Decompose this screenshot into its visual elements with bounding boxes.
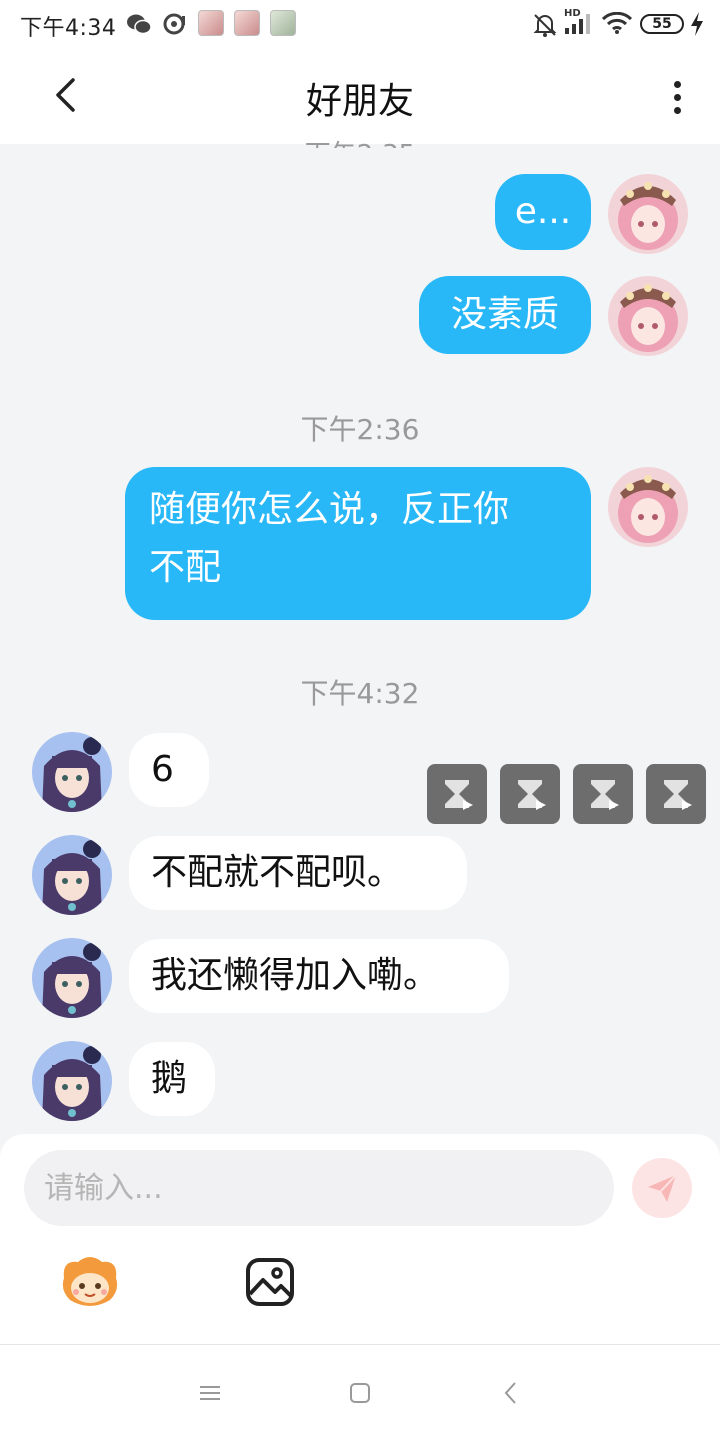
timestamp-partial: 下午2:35 — [300, 134, 420, 148]
my-message-bubble[interactable]: 没素质 — [419, 276, 591, 354]
message-text-line: 不配 — [149, 547, 222, 588]
friend-message-bubble[interactable]: 鹅 — [129, 1042, 215, 1116]
avatar-purple-hair-image — [32, 938, 112, 1018]
quick-action-button[interactable] — [573, 764, 633, 824]
mascot-emoji-icon — [62, 1257, 118, 1306]
charging-bolt-icon — [691, 12, 703, 36]
message-text: 我还懒得加入嘞。 — [151, 955, 440, 996]
avatar-purple-hair-image — [32, 835, 112, 915]
back-button[interactable] — [40, 70, 90, 120]
system-navigation-bar — [0, 1344, 720, 1440]
my-avatar[interactable] — [608, 276, 688, 356]
my-message-bubble[interactable]: 随便你怎么说，反正你 不配 — [125, 467, 591, 620]
friend-avatar[interactable] — [32, 835, 112, 915]
friend-message-bubble[interactable]: 不配就不配呗。 — [129, 836, 467, 910]
send-button[interactable] — [632, 1158, 692, 1218]
chat-title: 好朋友 — [305, 81, 414, 122]
message-text: 6 — [151, 749, 174, 790]
friend-avatar[interactable] — [32, 938, 112, 1018]
square-home-icon — [350, 1383, 370, 1403]
chat-header: 好朋友 — [0, 50, 720, 144]
quick-action-button[interactable] — [500, 764, 560, 824]
avatar-pink-hair-image — [608, 467, 688, 547]
message-text: e... — [514, 191, 572, 232]
friend-avatar[interactable] — [32, 732, 112, 812]
timestamp-separator: 下午2:36 — [300, 413, 420, 446]
friend-avatar[interactable] — [32, 1041, 112, 1121]
my-avatar[interactable] — [608, 467, 688, 547]
timestamp-separator: 下午4:32 — [300, 677, 420, 710]
mute-bell-icon — [533, 14, 557, 37]
message-text-line: 随便你怎么说，反正你 — [149, 489, 510, 530]
notification-thumbnail-icon — [270, 10, 296, 36]
chat-bubble-icon — [163, 13, 185, 35]
more-dot — [673, 106, 681, 114]
battery-indicator: 55 — [640, 14, 684, 34]
home-button[interactable] — [340, 1375, 380, 1411]
avatar-purple-hair-image — [32, 732, 112, 812]
hourglass-play-icon — [445, 780, 473, 810]
emoji-sticker-button[interactable] — [60, 1254, 120, 1310]
notification-thumbnail-icon — [198, 10, 224, 36]
image-icon — [246, 1258, 294, 1306]
chat-message-list[interactable]: 下午2:35 e... 没素质 下午2:36 随便你怎么说，反正你 不配 下午4… — [0, 140, 720, 1134]
message-text: 没素质 — [450, 294, 559, 335]
avatar-purple-hair-image — [32, 1041, 112, 1121]
avatar-pink-hair-image — [608, 174, 688, 254]
more-dot — [673, 80, 681, 88]
my-message-bubble[interactable]: e... — [495, 174, 591, 250]
avatar-pink-hair-image — [608, 276, 688, 356]
signal-icon — [565, 14, 590, 34]
message-composer — [0, 1134, 720, 1344]
system-back-button[interactable] — [490, 1375, 530, 1411]
quick-action-button[interactable] — [427, 764, 487, 824]
quick-action-button[interactable] — [646, 764, 706, 824]
hourglass-play-icon — [518, 780, 546, 810]
hourglass-play-icon — [664, 780, 692, 810]
chevron-left-icon — [504, 1382, 516, 1404]
message-text: 鹅 — [151, 1058, 188, 1099]
message-text: 不配就不配呗。 — [151, 852, 404, 893]
message-input[interactable] — [24, 1150, 614, 1226]
paper-plane-icon — [648, 1174, 677, 1202]
more-options-button[interactable] — [655, 70, 699, 124]
wechat-icon — [127, 14, 152, 35]
hourglass-play-icon — [591, 780, 619, 810]
my-avatar[interactable] — [608, 174, 688, 254]
image-picker-button[interactable] — [244, 1256, 296, 1308]
friend-message-bubble[interactable]: 6 — [129, 733, 209, 807]
chevron-left-icon — [56, 78, 75, 112]
wifi-icon — [602, 12, 632, 34]
menu-lines-icon — [200, 1386, 220, 1400]
notification-thumbnail-icon — [234, 10, 260, 36]
more-dot — [673, 93, 681, 101]
status-bar: 下午4:34 HD 55 — [0, 0, 720, 50]
recent-apps-button[interactable] — [190, 1375, 230, 1411]
friend-message-bubble[interactable]: 我还懒得加入嘞。 — [129, 939, 509, 1013]
status-time: 下午4:34 — [20, 16, 117, 41]
